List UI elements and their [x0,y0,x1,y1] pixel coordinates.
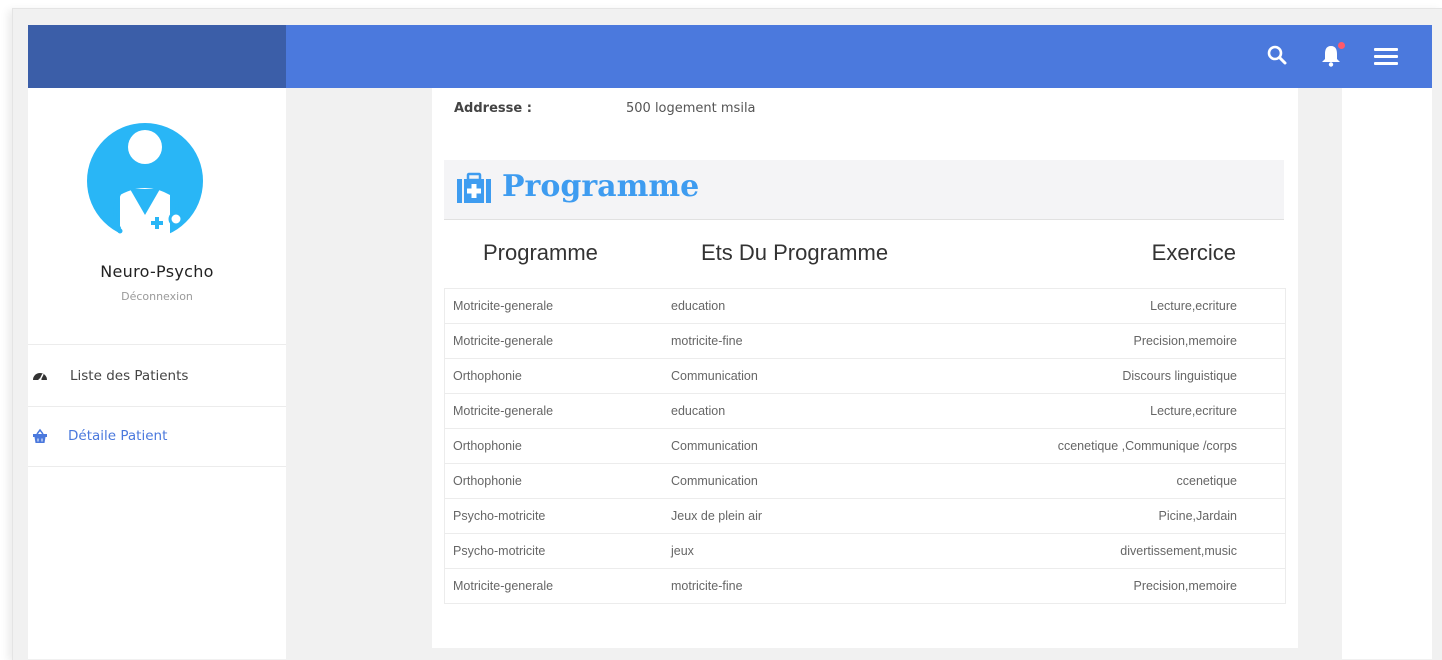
table-row: Motricite-generale education Lecture,ecr… [445,394,1285,429]
notification-badge [1338,42,1345,49]
doctor-avatar-icon [80,123,210,241]
cell-exercice: Picine,Jardain [1158,509,1237,523]
column-header-exercice: Exercice [1151,240,1236,265]
cell-ets: education [671,299,726,313]
cell-exercice: Precision,memoire [1133,579,1237,593]
section-title: Programme [502,169,700,204]
table-row: Motricite-generale motricite-fine Precis… [445,324,1285,359]
column-header-ets: Ets Du Programme [701,240,889,265]
topbar-brand-area [28,25,286,88]
cell-exercice: Lecture,ecriture [1150,404,1237,418]
address-label: Addresse : [454,101,532,116]
cell-exercice: divertissement,music [1120,544,1237,558]
sidebar: Neuro-Psycho Déconnexion Liste des Patie… [28,88,286,659]
table-row: Orthophonie Communication ccenetique ,Co… [445,429,1285,464]
address-value: 500 logement msila [626,101,756,116]
cell-ets: Jeux de plein air [671,509,763,523]
cell-exercice: Lecture,ecriture [1150,299,1237,313]
topbar [286,25,1432,88]
user-name: Neuro-Psycho [100,262,214,281]
cell-ets: Communication [671,474,758,488]
cell-exercice: ccenetique ,Communique /corps [1057,439,1237,453]
cell-programme: Motricite-generale [453,334,554,348]
cell-programme: Orthophonie [453,474,522,488]
cell-programme: Psycho-motricite [453,544,546,558]
cell-ets: Communication [671,439,758,453]
right-panel [1342,88,1432,659]
programme-section-header: Programme [444,160,1284,220]
cell-programme: Motricite-generale [453,579,554,593]
sidebar-item-label: Détaile Patient [68,428,168,444]
cell-programme: Motricite-generale [453,404,554,418]
basket-icon [32,428,48,444]
table-row: Motricite-generale education Lecture,ecr… [445,289,1285,324]
cell-programme: Orthophonie [453,369,522,383]
cell-programme: Psycho-motricite [453,509,546,523]
search-icon[interactable] [1263,41,1293,71]
cell-ets: motricite-fine [671,579,743,593]
cell-exercice: Precision,memoire [1133,334,1237,348]
cell-ets: education [671,404,726,418]
table-row: Psycho-motricite Jeux de plein air Picin… [445,499,1285,534]
sidebar-item-patients-list[interactable]: Liste des Patients [28,346,286,406]
sidebar-item-patient-detail[interactable]: Détaile Patient [28,406,286,466]
medkit-icon [456,172,492,204]
notification-bell-icon[interactable] [1316,41,1346,71]
table-row: Orthophonie Communication ccenetique [445,464,1285,499]
logout-link[interactable]: Déconnexion [28,290,286,303]
divider [28,466,286,467]
cell-exercice: ccenetique [1176,474,1237,488]
programme-table: Motricite-generale education Lecture,ecr… [444,288,1286,604]
dashboard-icon [32,368,48,384]
cell-ets: motricite-fine [671,334,743,348]
table-row: Motricite-generale motricite-fine Precis… [445,569,1285,604]
divider [28,344,286,345]
cell-programme: Motricite-generale [453,299,554,313]
hamburger-menu-icon[interactable] [1371,41,1401,71]
table-row: Orthophonie Communication Discours lingu… [445,359,1285,394]
cell-ets: jeux [671,544,694,558]
column-header-programme: Programme [483,240,598,265]
table-row: Psycho-motricite jeux divertissement,mus… [445,534,1285,569]
cell-ets: Communication [671,369,758,383]
cell-exercice: Discours linguistique [1122,369,1237,383]
cell-programme: Orthophonie [453,439,522,453]
sidebar-item-label: Liste des Patients [70,368,189,384]
